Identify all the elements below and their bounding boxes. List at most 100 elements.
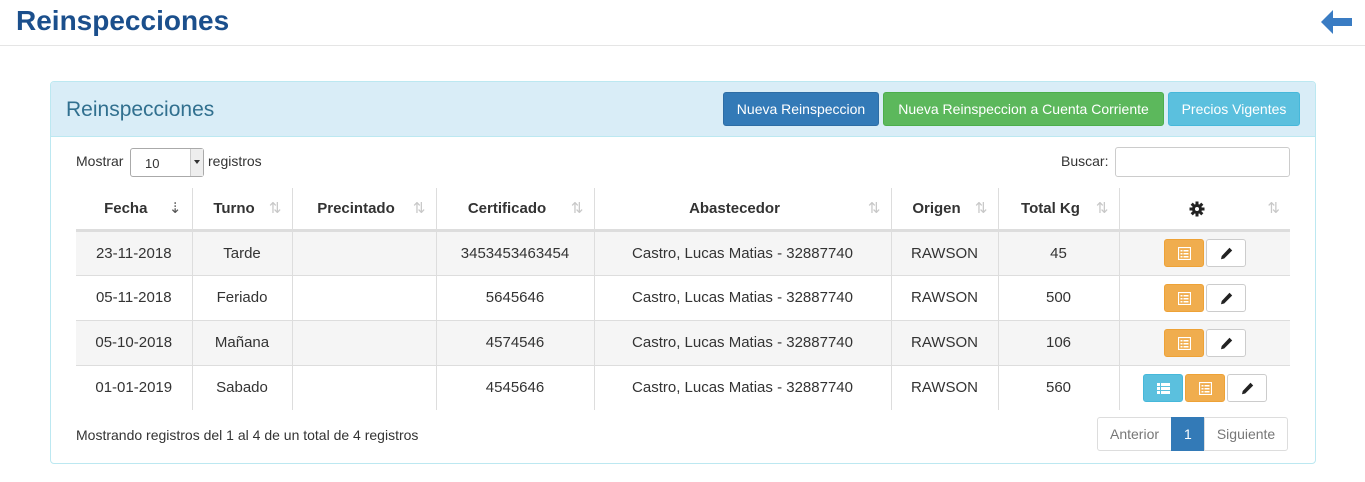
detail-button[interactable] (1184, 373, 1225, 402)
detail-button[interactable] (1163, 239, 1204, 267)
page-title: Reinspecciones (16, 5, 230, 36)
pencil-icon (1220, 247, 1232, 260)
cell-certificado: 3453453463454 (435, 230, 594, 275)
precios-vigentes-button[interactable]: Precios Vigentes (1168, 92, 1300, 126)
cell-total: 500 (997, 274, 1119, 320)
cell-total: 560 (997, 364, 1119, 410)
page-length-value: 10 (145, 156, 160, 171)
table-row: 05-10-2018 Mañana 4574546 Castro, Lucas Mat… (76, 319, 1290, 365)
column-label: Turno (213, 199, 255, 217)
cell-total: 45 (997, 230, 1119, 275)
pencil-icon (1220, 292, 1232, 304)
list-icon (1156, 382, 1170, 394)
reinspecciones-panel: Reinspecciones Nueva Reinspeccion Nueva … (50, 81, 1316, 464)
cell-certificado: 4545646 (435, 364, 594, 410)
column-label: Total Kg (1021, 199, 1080, 217)
cell-precintado (291, 274, 436, 320)
cell-actions (1118, 230, 1290, 275)
edit-button[interactable] (1205, 283, 1246, 312)
pagination-next[interactable]: Siguiente (1203, 417, 1289, 451)
sort-icon: ⇅ (570, 200, 584, 217)
edit-button[interactable] (1205, 328, 1246, 357)
cell-actions (1118, 274, 1290, 320)
panel-heading: Reinspecciones Nueva Reinspeccion Nueva … (51, 82, 1315, 137)
cell-origen: RAWSON (890, 230, 998, 275)
column-header-origen[interactable]: Origen ⇅ (890, 188, 998, 232)
page-length-select[interactable]: 10 (130, 148, 204, 177)
column-header-turno[interactable]: Turno ⇅ (191, 188, 292, 232)
column-header-abastecedor[interactable]: Abastecedor ⇅ (593, 188, 891, 232)
cell-total: 106 (997, 319, 1119, 365)
cell-actions (1118, 364, 1290, 410)
pagination-page-1[interactable]: 1 (1171, 417, 1205, 451)
table-row: 05-11-2018 Feriado 5645646 Castro, Lucas Ma… (76, 274, 1290, 320)
table-info: Mostrando registros del 1 al 4 de un tot… (76, 427, 419, 443)
cell-fecha: 05-10-2018 (76, 319, 192, 365)
pencil-icon (1241, 382, 1253, 394)
sort-desc-icon: ⇣ (168, 200, 182, 217)
cell-turno: Tarde (191, 230, 292, 275)
pagination-previous[interactable]: Anterior (1097, 417, 1173, 451)
chevron-down-icon (190, 149, 203, 176)
reinspecciones-table: Fecha ⇣ Turno ⇅ Precintado ⇅ Certificado ⇅ A… (76, 188, 1290, 410)
sort-icon: ⇅ (1267, 200, 1280, 217)
cell-abastecedor: Castro, Lucas Matias - 32887740 (593, 364, 891, 410)
nueva-reinspeccion-cuenta-corriente-button[interactable]: Nueva Reinspeccion a Cuenta Corriente (883, 92, 1164, 126)
cell-abastecedor: Castro, Lucas Matias - 32887740 (593, 230, 891, 275)
cell-fecha: 23-11-2018 (76, 230, 192, 275)
column-header-precintado[interactable]: Precintado ⇅ (291, 188, 436, 232)
cell-fecha: 01-01-2019 (76, 364, 192, 410)
arrow-left-icon[interactable] (1320, 9, 1354, 35)
table-header-row: Fecha ⇣ Turno ⇅ Precintado ⇅ Certificado ⇅ A… (76, 188, 1290, 232)
column-label: Origen (912, 199, 961, 217)
cell-certificado: 4574546 (435, 319, 594, 365)
cell-precintado (291, 230, 436, 275)
cell-precintado (291, 364, 436, 410)
cell-turno: Feriado (191, 274, 292, 320)
edit-button[interactable] (1226, 373, 1267, 402)
edit-button[interactable] (1205, 239, 1246, 267)
panel-title: Reinspecciones (66, 98, 215, 121)
records-label: registros (208, 153, 262, 169)
search-label: Buscar: (1061, 153, 1109, 169)
cell-turno: Sabado (191, 364, 292, 410)
list-alt-icon (1198, 381, 1212, 395)
detail-button[interactable] (1163, 283, 1204, 312)
column-label: Fecha (104, 199, 148, 217)
detail-button[interactable] (1163, 328, 1204, 357)
cell-origen: RAWSON (890, 274, 998, 320)
cell-abastecedor: Castro, Lucas Matias - 32887740 (593, 319, 891, 365)
list-alt-icon (1177, 291, 1191, 305)
list-button[interactable] (1142, 373, 1183, 402)
sort-icon: ⇅ (412, 200, 426, 217)
nueva-reinspeccion-button[interactable]: Nueva Reinspeccion (723, 92, 879, 126)
pencil-icon (1220, 337, 1232, 349)
column-header-total-kg[interactable]: Total Kg ⇅ (997, 188, 1119, 232)
cell-certificado: 5645646 (435, 274, 594, 320)
cell-fecha: 05-11-2018 (76, 274, 192, 320)
page-header: Reinspecciones (0, 0, 1365, 46)
show-label: Mostrar (76, 153, 124, 169)
column-label: Abastecedor (689, 199, 780, 217)
sort-icon: ⇅ (867, 200, 881, 217)
column-label: Precintado (317, 199, 395, 217)
column-header-fecha[interactable]: Fecha ⇣ (76, 188, 192, 232)
table-row: 01-01-2019 Sabado 4545646 Castro, Lucas Mat… (76, 364, 1290, 410)
cell-origen: RAWSON (890, 319, 998, 365)
cell-turno: Mañana (191, 319, 292, 365)
cell-origen: RAWSON (890, 364, 998, 410)
sort-icon: ⇅ (268, 200, 282, 217)
table-row: 23-11-2018 Tarde 3453453463454 Castro, Luca… (76, 230, 1290, 275)
search-input[interactable] (1115, 147, 1290, 177)
pagination: Anterior 1 Siguiente (1097, 417, 1289, 451)
sort-icon: ⇅ (1095, 200, 1109, 217)
column-header-actions[interactable]: ⇅ (1118, 188, 1290, 232)
column-label: Certificado (467, 199, 547, 217)
column-header-certificado[interactable]: Certificado ⇅ (435, 188, 594, 232)
sort-icon: ⇅ (974, 200, 988, 217)
list-alt-icon (1177, 336, 1191, 350)
cell-abastecedor: Castro, Lucas Matias - 32887740 (593, 274, 891, 320)
gear-icon (1189, 201, 1205, 217)
cell-precintado (291, 319, 436, 365)
list-alt-icon (1177, 247, 1191, 260)
